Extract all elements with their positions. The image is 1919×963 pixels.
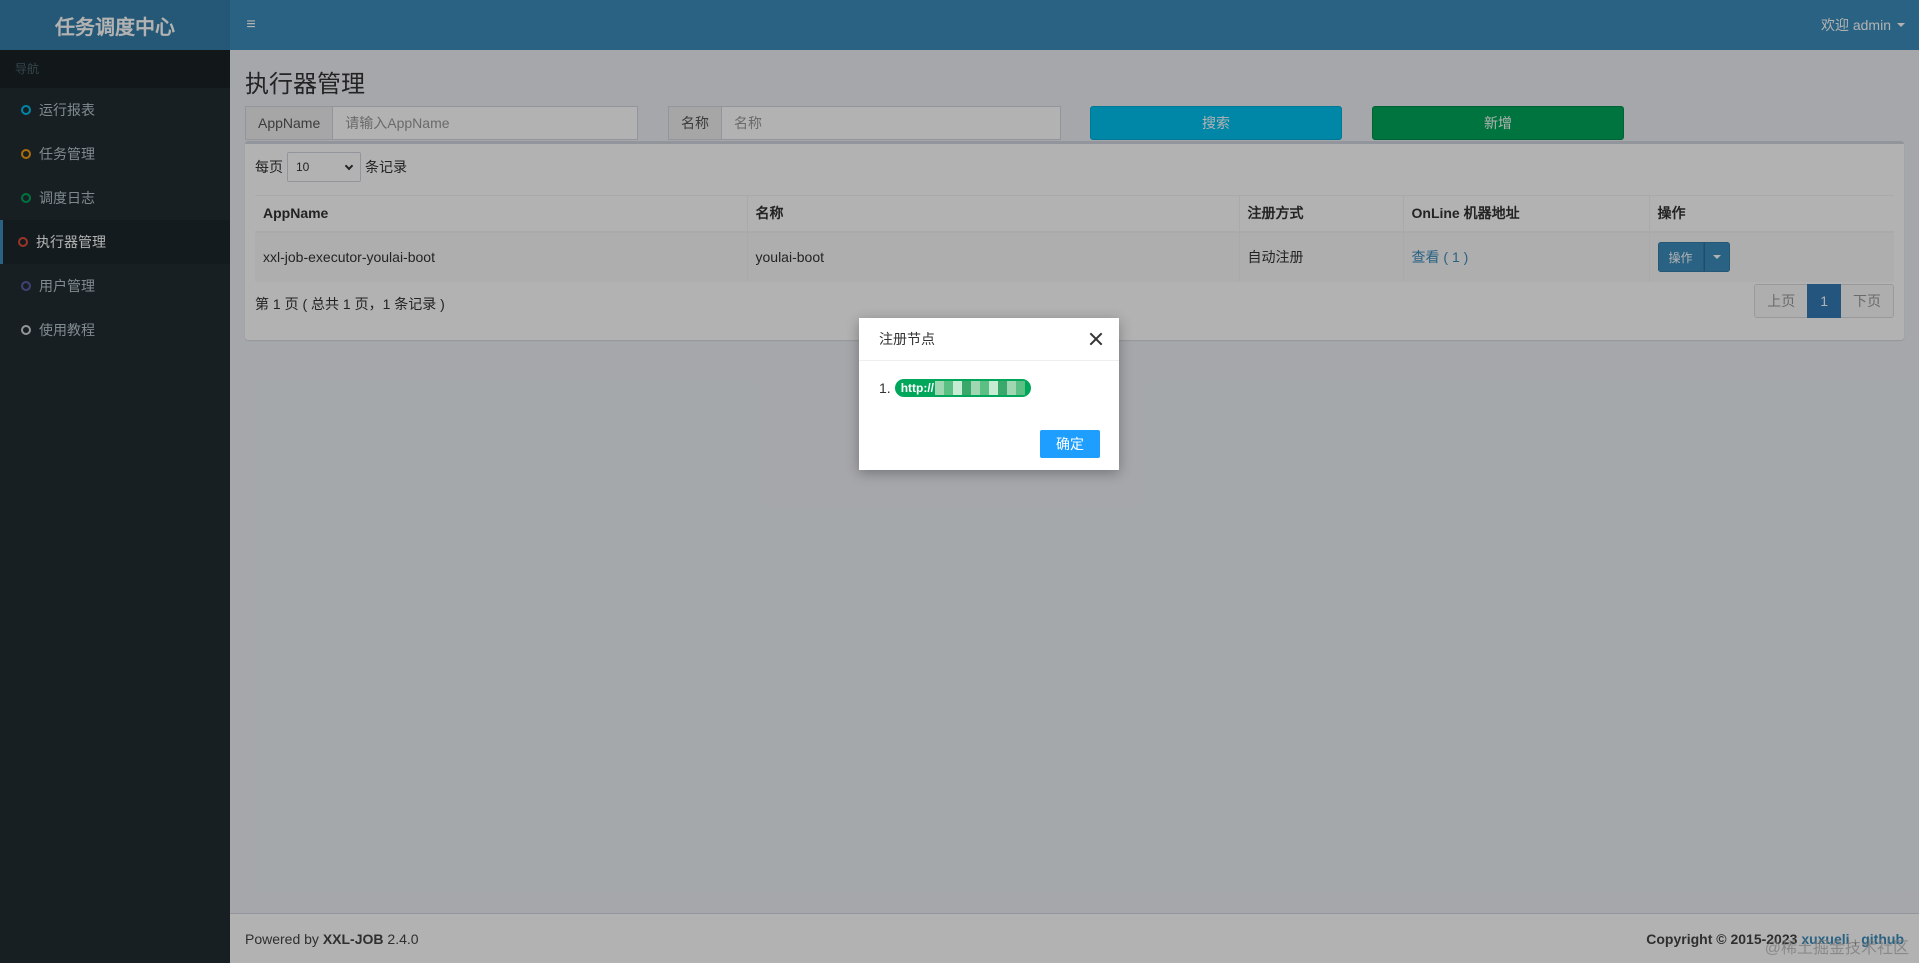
redacted-address (935, 381, 1026, 395)
close-icon[interactable] (1087, 330, 1105, 348)
dialog-title: 注册节点 (879, 331, 935, 347)
registry-nodes-dialog: 注册节点 1. http:// 确定 (859, 318, 1119, 470)
node-index: 1. (879, 380, 891, 396)
dialog-header: 注册节点 (859, 318, 1119, 361)
modal-backdrop[interactable] (0, 0, 1919, 963)
confirm-button[interactable]: 确定 (1040, 430, 1100, 458)
node-address-prefix: http:// (900, 381, 935, 395)
node-address-badge: http:// (894, 379, 1032, 397)
watermark: @稀土掘金技术社区 (1764, 940, 1909, 957)
dialog-body: 1. http:// (859, 361, 1119, 397)
